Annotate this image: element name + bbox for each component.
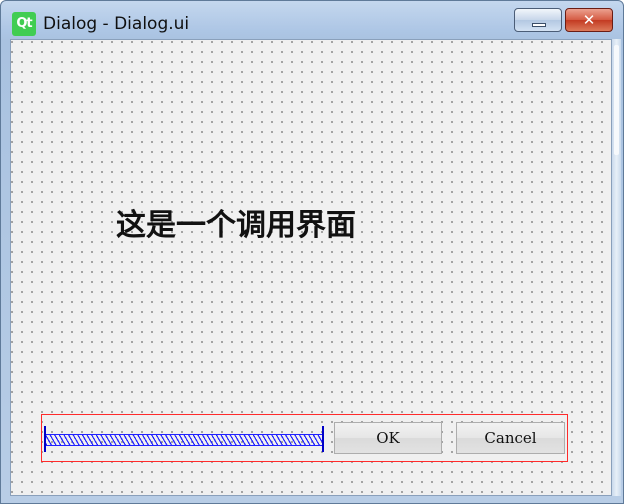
window-title: Dialog - Dialog.ui (43, 14, 190, 34)
main-label: 这是一个调用界面 (116, 208, 356, 243)
dialog-window: Qt Dialog - Dialog.ui ✕ 这是一个调用界面 OK Canc… (0, 0, 624, 504)
spacer-spring (46, 434, 322, 446)
minimize-button[interactable] (514, 8, 562, 32)
minimize-icon (532, 23, 546, 27)
close-icon: ✕ (582, 11, 596, 29)
spacer-right-cap (322, 426, 324, 452)
qt-logo-icon: Qt (12, 12, 36, 36)
cancel-button[interactable]: Cancel (456, 422, 565, 454)
horizontal-spacer[interactable] (44, 426, 324, 452)
close-button[interactable]: ✕ (565, 8, 613, 32)
title-bar[interactable]: Qt Dialog - Dialog.ui ✕ (1, 1, 623, 39)
scrollbar-thumb[interactable] (614, 45, 619, 155)
ok-button[interactable]: OK (334, 422, 442, 454)
